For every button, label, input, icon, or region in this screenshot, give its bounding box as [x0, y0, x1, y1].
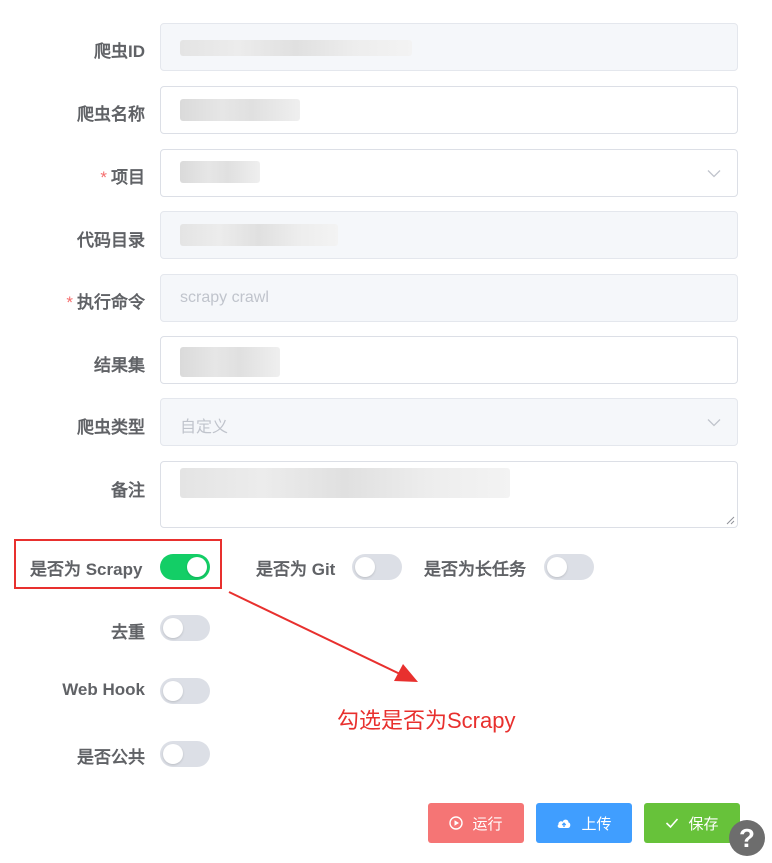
help-button[interactable]: ?	[729, 820, 765, 856]
command-field: scrapy crawl	[160, 274, 738, 322]
upload-button-label: 上传	[581, 815, 612, 833]
is-git-switch[interactable]	[352, 554, 402, 580]
crawler-type-label: 爬虫类型	[77, 418, 145, 437]
crawler-type-value: 自定义	[180, 419, 229, 436]
is-public-label: 是否公共	[77, 748, 145, 767]
crawler-id-field	[160, 23, 738, 71]
code-dir-label: 代码目录	[77, 231, 145, 250]
redacted-value	[180, 40, 412, 56]
is-git-label: 是否为 Git	[256, 560, 336, 579]
command-placeholder: scrapy crawl	[180, 289, 269, 306]
is-public-switch[interactable]	[160, 741, 210, 767]
command-label-text: 执行命令	[77, 293, 145, 312]
project-label: * 项目	[100, 163, 145, 188]
dedup-switch[interactable]	[160, 615, 210, 641]
redacted-value	[180, 224, 338, 246]
is-scrapy-switch[interactable]	[160, 554, 210, 580]
result-set-input[interactable]	[160, 336, 738, 384]
crawler-name-label: 爬虫名称	[77, 105, 145, 124]
crawler-name-input[interactable]	[160, 86, 738, 134]
redacted-value	[180, 468, 510, 498]
switch-knob	[163, 618, 183, 638]
switch-knob	[547, 557, 567, 577]
result-set-label: 结果集	[94, 356, 145, 375]
code-dir-field	[160, 211, 738, 259]
redacted-value	[180, 347, 280, 377]
is-scrapy-label: 是否为 Scrapy	[30, 560, 143, 579]
dedup-label: 去重	[111, 623, 145, 642]
run-button[interactable]: 运行	[428, 803, 524, 843]
upload-button[interactable]: 上传	[536, 803, 632, 843]
annotation-text: 勾选是否为Scrapy	[337, 708, 516, 733]
command-label: * 执行命令	[66, 288, 145, 313]
crawler-type-select: 自定义	[160, 398, 738, 446]
remark-textarea[interactable]	[160, 461, 738, 528]
redacted-value	[180, 161, 260, 183]
remark-label: 备注	[111, 481, 145, 500]
switch-knob	[187, 557, 207, 577]
project-select[interactable]	[160, 149, 738, 197]
switch-knob	[163, 681, 183, 701]
check-icon	[666, 818, 679, 829]
run-button-label: 运行	[472, 815, 503, 833]
required-mark: *	[100, 168, 107, 187]
play-circle-icon	[449, 816, 464, 830]
is-long-task-label: 是否为长任务	[424, 560, 526, 579]
chevron-down-icon	[707, 170, 721, 178]
switch-knob	[355, 557, 375, 577]
webhook-label: Web Hook	[62, 680, 145, 699]
help-icon: ?	[739, 822, 755, 853]
switch-knob	[163, 744, 183, 764]
cloud-upload-icon	[558, 819, 571, 828]
resize-handle-icon[interactable]	[725, 515, 735, 525]
required-mark: *	[66, 293, 73, 312]
project-label-text: 项目	[111, 168, 145, 187]
redacted-value	[180, 99, 300, 121]
save-button-label: 保存	[688, 815, 719, 833]
crawler-id-label: 爬虫ID	[94, 42, 145, 61]
is-long-task-switch[interactable]	[544, 554, 594, 580]
save-button[interactable]: 保存	[644, 803, 740, 843]
webhook-switch[interactable]	[160, 678, 210, 704]
chevron-down-icon	[707, 419, 721, 427]
